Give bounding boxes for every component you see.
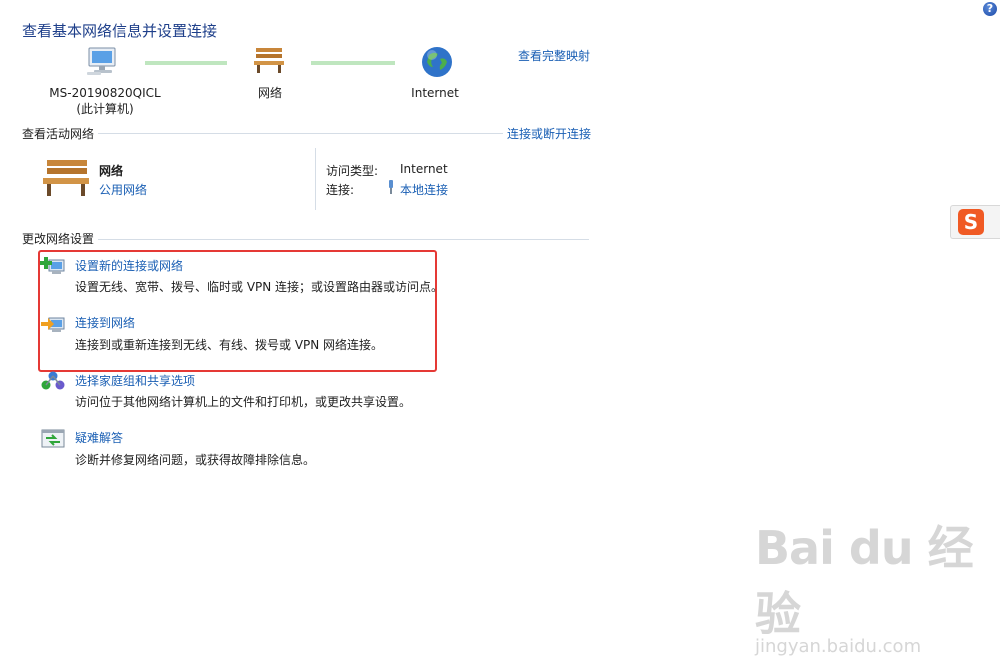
computer-label: MS-20190820QICL (此计算机) xyxy=(40,85,170,117)
view-full-map-link[interactable]: 查看完整映射 xyxy=(518,47,590,64)
section-divider xyxy=(98,239,589,240)
help-icon[interactable]: ? xyxy=(983,2,997,16)
connection-line-2 xyxy=(311,61,395,65)
connection-label: 连接: xyxy=(326,183,355,197)
homegroup-sharing-desc: 访问位于其他网络计算机上的文件和打印机，或更改共享设置。 xyxy=(75,395,412,409)
ime-toolbar[interactable]: S xyxy=(950,205,1000,239)
troubleshoot-icon xyxy=(40,428,66,453)
sogou-ime-icon[interactable]: S xyxy=(958,209,984,235)
computer-icon[interactable] xyxy=(86,46,120,79)
setup-new-connection-desc: 设置无线、宽带、拨号、临时或 VPN 连接；或设置路由器或访问点。 xyxy=(75,280,444,294)
local-connection-link[interactable]: 本地连接 xyxy=(400,181,448,198)
connection-line-1 xyxy=(145,61,227,65)
change-settings-header: 更改网络设置 xyxy=(22,232,95,246)
troubleshoot-desc: 诊断并修复网络问题，或获得故障排除信息。 xyxy=(75,453,316,467)
vertical-separator xyxy=(315,148,316,210)
local-connection-icon xyxy=(386,180,396,197)
baidu-watermark: Bai du 经验 jingyan.baidu.com xyxy=(755,512,1000,657)
computer-name: MS-20190820QICL xyxy=(49,86,161,100)
internet-label: Internet xyxy=(411,86,459,100)
internet-globe-icon[interactable] xyxy=(420,45,454,82)
active-network-name: 网络 xyxy=(99,164,124,178)
network-bench-icon[interactable] xyxy=(252,46,286,77)
setup-new-connection-link[interactable]: 设置新的连接或网络 xyxy=(75,257,183,274)
watermark-logo: Bai du 经验 xyxy=(755,521,974,641)
connect-to-network-desc: 连接到或重新连接到无线、有线、拨号或 VPN 网络连接。 xyxy=(75,338,384,352)
active-networks-header: 查看活动网络 xyxy=(22,127,95,141)
computer-sublabel: (此计算机) xyxy=(76,102,134,116)
homegroup-icon xyxy=(40,370,66,395)
access-type-label: 访问类型: xyxy=(326,164,379,178)
active-network-bench-icon xyxy=(40,158,92,201)
homegroup-sharing-link[interactable]: 选择家庭组和共享选项 xyxy=(75,372,195,389)
section-divider xyxy=(98,133,503,134)
connect-to-network-link[interactable]: 连接到网络 xyxy=(75,314,135,331)
network-label: 网络 xyxy=(257,86,282,100)
page-title: 查看基本网络信息并设置连接 xyxy=(22,22,218,40)
access-type-value: Internet xyxy=(400,162,448,176)
connect-network-icon xyxy=(40,313,66,338)
new-connection-icon xyxy=(40,255,66,280)
connect-disconnect-link[interactable]: 连接或断开连接 xyxy=(507,125,591,142)
troubleshoot-link[interactable]: 疑难解答 xyxy=(75,429,123,446)
watermark-url: jingyan.baidu.com xyxy=(755,636,922,657)
public-network-link[interactable]: 公用网络 xyxy=(99,181,147,198)
